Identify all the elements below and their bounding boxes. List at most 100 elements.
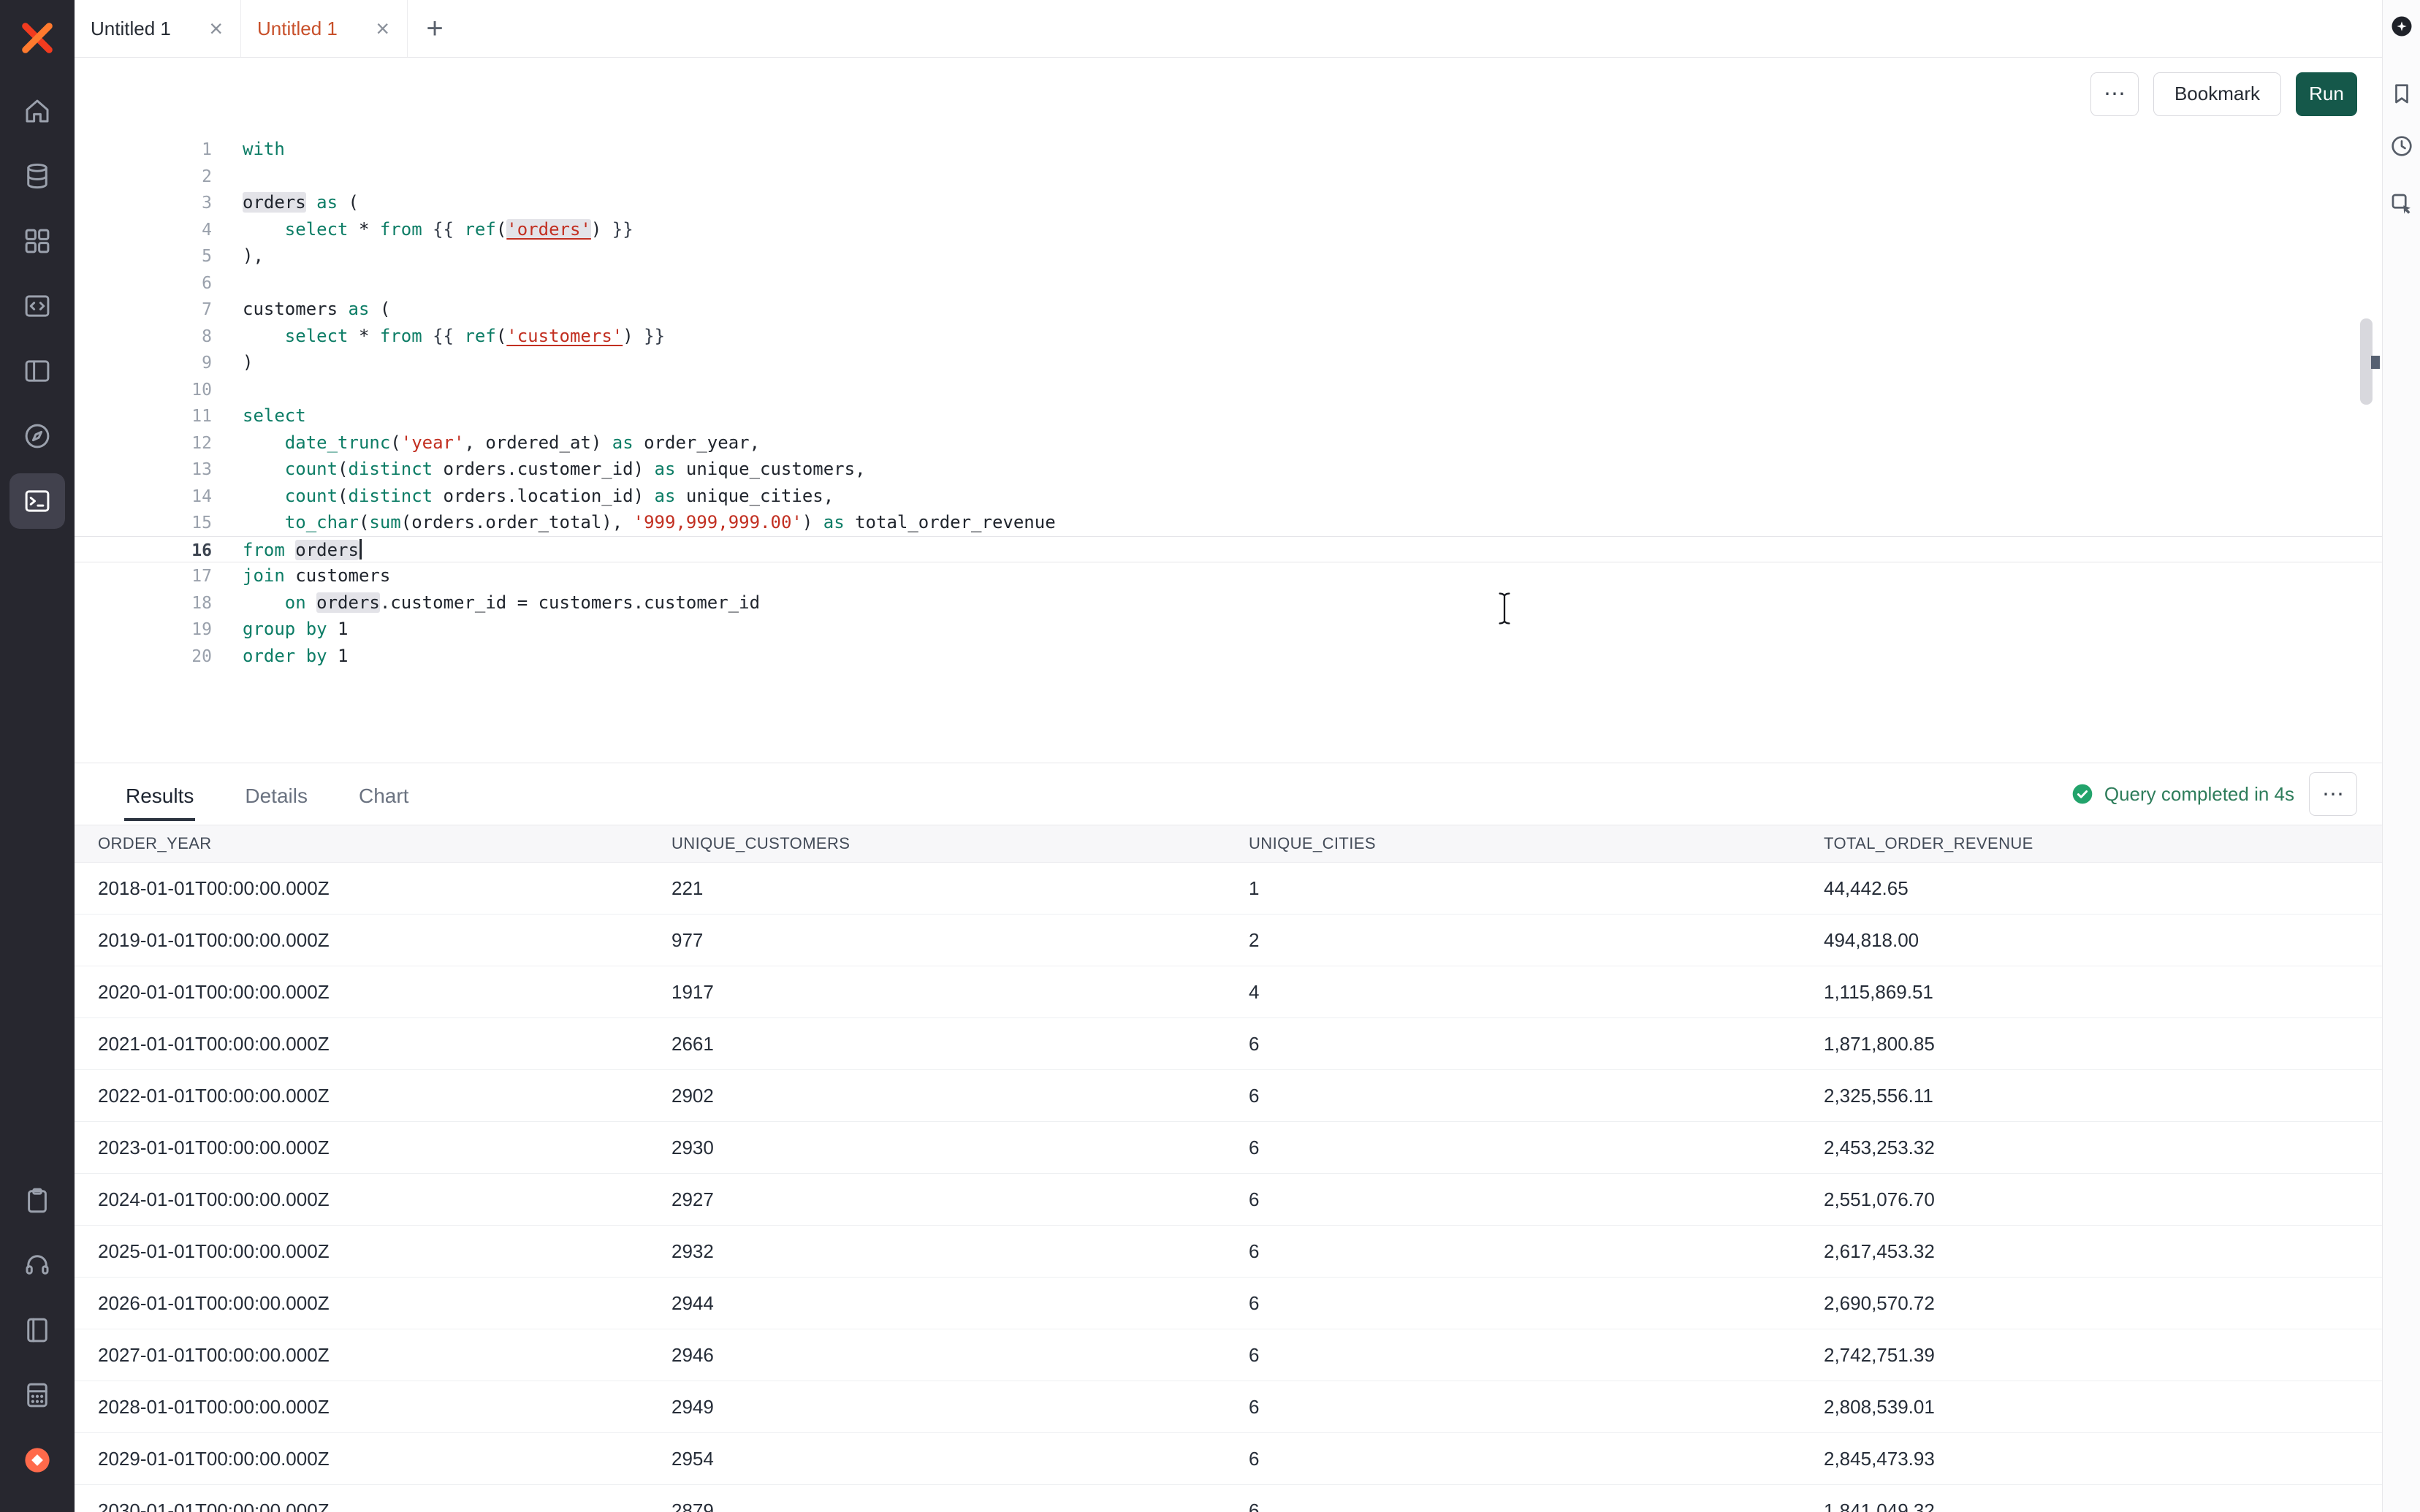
code-line-19[interactable]: 19group by 1 xyxy=(75,616,2382,643)
sidebar-item-terminal[interactable] xyxy=(9,473,65,529)
sidebar-item-warehouse[interactable] xyxy=(9,148,65,204)
tab-untitled-1[interactable]: Untitled 1 × xyxy=(75,0,241,57)
home-icon xyxy=(22,96,53,126)
code-line-4[interactable]: 4 select * from {{ ref('orders') }} xyxy=(75,216,2382,243)
table-row[interactable]: 2022-01-01T00:00:00.000Z290262,325,556.1… xyxy=(75,1070,2382,1122)
sidebar-item-docs[interactable] xyxy=(9,1302,65,1358)
column-header[interactable]: ORDER_YEAR xyxy=(98,834,671,853)
column-header[interactable]: UNIQUE_CUSTOMERS xyxy=(671,834,1249,853)
line-number: 3 xyxy=(75,190,212,217)
table-cell: 2025-01-01T00:00:00.000Z xyxy=(98,1240,671,1263)
table-row[interactable]: 2030-01-01T00:00:00.000Z287961,841,049.3… xyxy=(75,1485,2382,1512)
sidebar-item-calculator[interactable] xyxy=(9,1367,65,1423)
table-cell: 2024-01-01T00:00:00.000Z xyxy=(98,1188,671,1211)
code-line-10[interactable]: 10 xyxy=(75,376,2382,403)
table-row[interactable]: 2025-01-01T00:00:00.000Z293262,617,453.3… xyxy=(75,1226,2382,1278)
close-icon[interactable]: × xyxy=(374,17,391,40)
tab-label: Untitled 1 xyxy=(91,18,171,40)
table-row[interactable]: 2024-01-01T00:00:00.000Z292762,551,076.7… xyxy=(75,1174,2382,1226)
code-line-12[interactable]: 12 date_trunc('year', ordered_at) as ord… xyxy=(75,429,2382,457)
code-line-20[interactable]: 20 order by 1 xyxy=(75,643,2382,670)
table-cell: 2,845,473.93 xyxy=(1824,1448,2382,1470)
code-line-18[interactable]: 18 on orders.customer_id = customers.cus… xyxy=(75,589,2382,616)
table-cell: 6 xyxy=(1249,1500,1824,1512)
results-tab-details[interactable]: Details xyxy=(243,767,309,821)
table-row[interactable]: 2028-01-01T00:00:00.000Z294962,808,539.0… xyxy=(75,1381,2382,1433)
code-text: orders as ( xyxy=(243,192,359,213)
inspect-button[interactable] xyxy=(2389,191,2415,217)
sidebar-item-explore[interactable] xyxy=(9,408,65,464)
run-button[interactable]: Run xyxy=(2296,72,2357,116)
more-options-button[interactable]: ⋯ xyxy=(2090,72,2139,116)
sidebar-item-workspaces[interactable] xyxy=(9,343,65,399)
code-line-7[interactable]: 7customers as ( xyxy=(75,296,2382,323)
history-button[interactable] xyxy=(2389,133,2415,159)
code-line-5[interactable]: 5), xyxy=(75,243,2382,270)
table-cell: 1,841,049.32 xyxy=(1824,1500,2382,1512)
paradime-logo[interactable] xyxy=(18,19,56,57)
bookmark-icon xyxy=(2389,80,2415,107)
bookmark-button[interactable]: Bookmark xyxy=(2153,72,2281,116)
table-row[interactable]: 2019-01-01T00:00:00.000Z9772494,818.00 xyxy=(75,915,2382,966)
code-text: ), xyxy=(243,245,264,266)
sidebar-item-home[interactable] xyxy=(9,83,65,139)
code-text: to_char(sum(orders.order_total), '999,99… xyxy=(243,512,1056,532)
table-cell: 2,551,076.70 xyxy=(1824,1188,2382,1211)
results-more-button[interactable]: ⋯ xyxy=(2309,772,2357,816)
code-line-2[interactable]: 2 xyxy=(75,163,2382,190)
results-tabs: Results Details Chart xyxy=(124,763,458,825)
line-number: 20 xyxy=(75,644,212,671)
table-cell: 2027-01-01T00:00:00.000Z xyxy=(98,1344,671,1367)
code-line-9[interactable]: 9) xyxy=(75,349,2382,376)
table-cell: 4 xyxy=(1249,981,1824,1004)
sidebar-item-apps[interactable] xyxy=(9,213,65,269)
column-header[interactable]: TOTAL_ORDER_REVENUE xyxy=(1824,834,2382,853)
line-number: 17 xyxy=(75,563,212,590)
sidebar-item-code-editor[interactable] xyxy=(9,278,65,334)
sql-editor[interactable]: 1with23 orders as ( 4 select * from {{ ref… xyxy=(75,130,2382,763)
results-tab-results[interactable]: Results xyxy=(124,767,195,821)
sidebar-item-support[interactable] xyxy=(9,1237,65,1293)
table-cell: 6 xyxy=(1249,1188,1824,1211)
copilot-button[interactable] xyxy=(2389,13,2415,39)
dbt-logo[interactable] xyxy=(9,1432,65,1488)
table-cell: 6 xyxy=(1249,1292,1824,1315)
table-cell: 2930 xyxy=(671,1137,1249,1159)
results-header: ResultsDetailsChart Query completed in 4… xyxy=(75,763,2382,825)
code-text: order by 1 xyxy=(243,646,349,666)
table-row[interactable]: 2018-01-01T00:00:00.000Z221144,442.65 xyxy=(75,863,2382,915)
code-line-1[interactable]: 1with xyxy=(75,136,2382,163)
code-text: count(distinct orders.location_id) as un… xyxy=(243,486,834,506)
code-line-17[interactable]: 17join customers xyxy=(75,562,2382,589)
terminal-icon xyxy=(22,486,53,516)
code-line-16[interactable]: 16from orders xyxy=(75,536,2382,563)
table-row[interactable]: 2021-01-01T00:00:00.000Z266161,871,800.8… xyxy=(75,1018,2382,1070)
table-row[interactable]: 2026-01-01T00:00:00.000Z294462,690,570.7… xyxy=(75,1278,2382,1329)
new-tab-button[interactable]: + xyxy=(408,0,462,57)
code-line-14[interactable]: 14 count(distinct orders.location_id) as… xyxy=(75,483,2382,510)
code-line-3[interactable]: 3 orders as ( xyxy=(75,189,2382,216)
table-cell: 2023-01-01T00:00:00.000Z xyxy=(98,1137,671,1159)
text-caret xyxy=(359,539,362,560)
line-number: 4 xyxy=(75,217,212,244)
dbt-logo-icon xyxy=(22,1445,53,1475)
table-cell: 2902 xyxy=(671,1085,1249,1107)
code-line-15[interactable]: 15 to_char(sum(orders.order_total), '999… xyxy=(75,509,2382,536)
code-line-11[interactable]: 11select xyxy=(75,402,2382,429)
results-tab-chart[interactable]: Chart xyxy=(357,767,410,821)
code-line-8[interactable]: 8 select * from {{ ref('customers') }} xyxy=(75,323,2382,350)
bookmarks-button[interactable] xyxy=(2389,80,2415,107)
book-icon xyxy=(22,1315,53,1345)
table-row[interactable]: 2023-01-01T00:00:00.000Z293062,453,253.3… xyxy=(75,1122,2382,1174)
code-line-13[interactable]: 13 count(distinct orders.customer_id) as… xyxy=(75,456,2382,483)
column-header[interactable]: UNIQUE_CITIES xyxy=(1249,834,1824,853)
code-line-6[interactable]: 6 xyxy=(75,270,2382,297)
line-number: 8 xyxy=(75,324,212,351)
table-row[interactable]: 2029-01-01T00:00:00.000Z295462,845,473.9… xyxy=(75,1433,2382,1485)
tab-untitled-2[interactable]: Untitled 1 × xyxy=(241,0,408,57)
table-row[interactable]: 2027-01-01T00:00:00.000Z294662,742,751.3… xyxy=(75,1329,2382,1381)
line-number: 15 xyxy=(75,510,212,537)
table-row[interactable]: 2020-01-01T00:00:00.000Z191741,115,869.5… xyxy=(75,966,2382,1018)
sidebar-item-clipboard[interactable] xyxy=(9,1172,65,1228)
close-icon[interactable]: × xyxy=(208,17,224,40)
